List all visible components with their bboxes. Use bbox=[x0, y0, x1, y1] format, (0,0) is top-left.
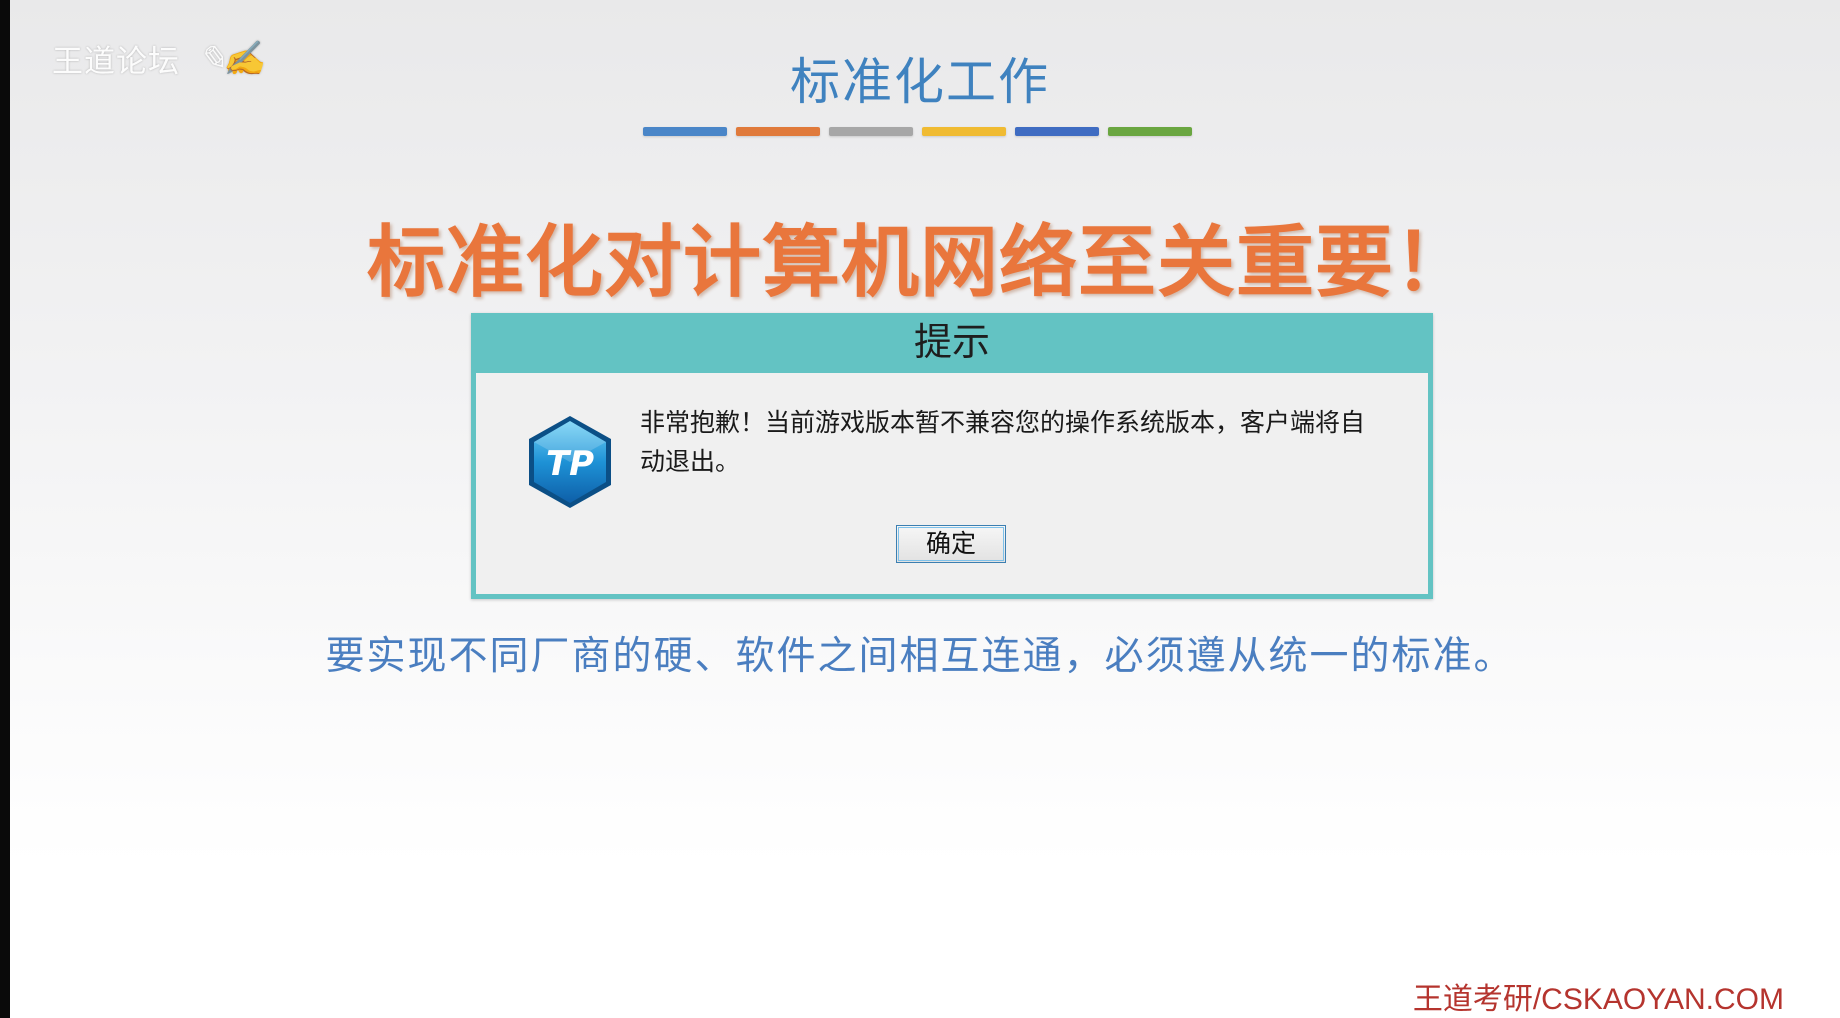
accent-bar-5 bbox=[1015, 127, 1099, 136]
accent-bar-1 bbox=[643, 127, 727, 136]
accent-bar-3 bbox=[829, 127, 913, 136]
left-edge-bar bbox=[0, 0, 10, 1018]
alert-dialog: 提示 TP 非常抱歉！当前游戏版本暂不兼容您的操作系统版本，客户端将自动退出。 … bbox=[471, 313, 1433, 599]
accent-color-bars bbox=[643, 127, 1192, 136]
slide-subtext: 要实现不同厂商的硬、软件之间相互连通，必须遵从统一的标准。 bbox=[325, 634, 1515, 679]
footer-site-label: 王道考研/CSKAOYAN.COM bbox=[1412, 983, 1784, 1016]
tp-logo-icon: TP bbox=[529, 416, 611, 508]
ok-button[interactable]: 确定 bbox=[896, 525, 1006, 563]
slide-title: 标准化工作 bbox=[790, 53, 1050, 111]
accent-bar-4 bbox=[922, 127, 1006, 136]
headline: 标准化对计算机网络至关重要！ bbox=[366, 218, 1473, 308]
accent-bar-6 bbox=[1108, 127, 1192, 136]
accent-bar-2 bbox=[736, 127, 820, 136]
dialog-title: 提示 bbox=[913, 320, 990, 364]
dialog-message: 非常抱歉！当前游戏版本暂不兼容您的操作系统版本，客户端将自动退出。 bbox=[640, 408, 1366, 476]
tp-logo-text: TP bbox=[546, 444, 594, 484]
slide-page: 王道论坛 ✎✍ 标准化工作 标准化对计算机网络至关重要！ 提示 TP 非常抱歉！… bbox=[0, 0, 1840, 1018]
dialog-body: TP 非常抱歉！当前游戏版本暂不兼容您的操作系统版本，客户端将自动退出。 确定 bbox=[476, 373, 1428, 594]
